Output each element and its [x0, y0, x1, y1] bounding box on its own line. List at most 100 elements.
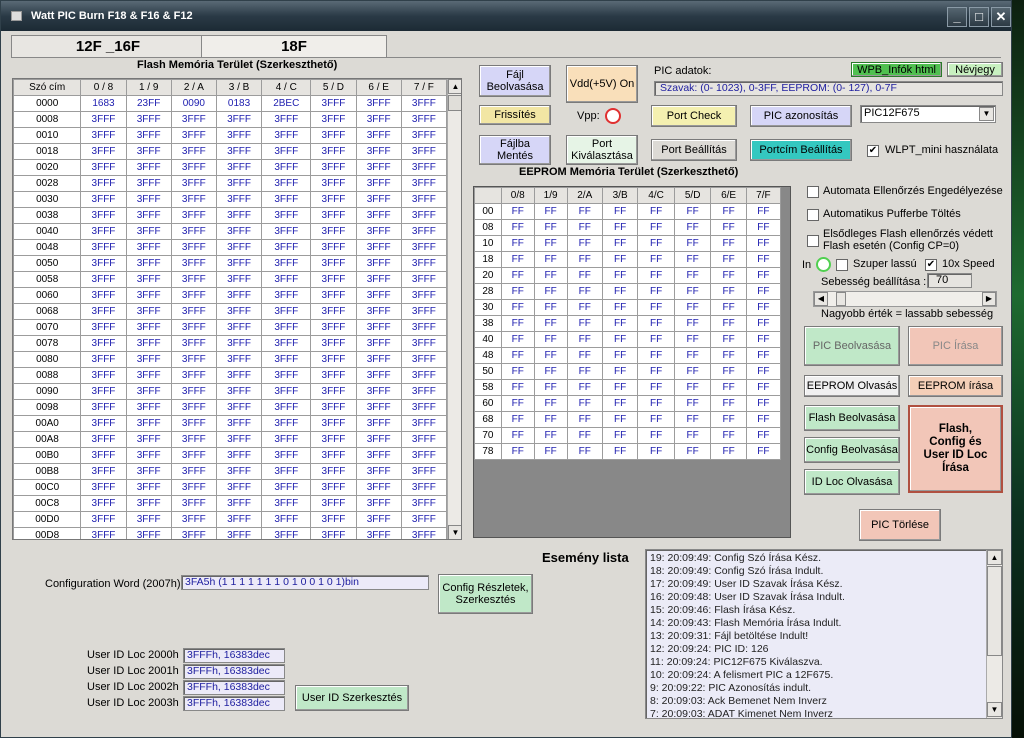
eeprom-cell[interactable]: FF [673, 219, 712, 236]
flash-cell[interactable]: 3FFF [170, 511, 217, 528]
flash-cell[interactable]: 3FFF [80, 255, 127, 272]
flash-cell[interactable]: 3FFF [170, 223, 217, 240]
flash-cell[interactable]: 3FFF [125, 111, 172, 128]
flash-cell[interactable]: 3FFF [80, 351, 127, 368]
flash-cell[interactable]: 3FFF [400, 335, 448, 352]
flash-cell[interactable]: 3FFF [400, 159, 448, 176]
flash-cell[interactable]: 3FFF [215, 527, 263, 539]
flash-cell[interactable]: 3FFF [400, 463, 448, 480]
flash-cell[interactable]: 3FFF [310, 447, 357, 464]
flash-cell[interactable]: 23FF [125, 95, 172, 112]
flash-cell[interactable]: 3FFF [80, 383, 127, 400]
flash-cell[interactable]: 3FFF [80, 143, 127, 160]
flash-cell[interactable]: 3FFF [170, 159, 217, 176]
eeprom-cell[interactable]: FF [500, 203, 535, 220]
flash-cell[interactable]: 3FFF [400, 383, 448, 400]
eeprom-cell[interactable]: FF [710, 411, 747, 428]
port-select-button[interactable]: Port Kiválasztása [566, 135, 638, 165]
flash-cell[interactable]: 3FFF [215, 335, 263, 352]
super-slow-checkbox[interactable] [836, 259, 848, 271]
eeprom-cell[interactable]: FF [533, 411, 568, 428]
eeprom-cell[interactable]: FF [637, 315, 675, 332]
flash-cell[interactable]: 3FFF [215, 351, 263, 368]
eeprom-cell[interactable]: FF [500, 427, 535, 444]
flash-cell[interactable]: 3FFF [261, 255, 312, 272]
eeprom-cell[interactable]: FF [637, 203, 675, 220]
flash-cell[interactable]: 3FFF [125, 255, 172, 272]
eeprom-cell[interactable]: FF [566, 203, 603, 220]
flash-cell[interactable]: 3FFF [80, 511, 127, 528]
flash-cell[interactable]: 3FFF [80, 447, 127, 464]
flash-cell[interactable]: 3FFF [355, 463, 402, 480]
eeprom-cell[interactable]: FF [500, 363, 535, 380]
eeprom-cell[interactable]: FF [637, 363, 675, 380]
flash-cell[interactable]: 3FFF [80, 463, 127, 480]
tab-12f-16f[interactable]: 12F _16F [11, 35, 205, 57]
flash-cell[interactable]: 3FFF [125, 287, 172, 304]
flash-cell[interactable]: 3FFF [261, 495, 312, 512]
flash-cell[interactable]: 3FFF [261, 399, 312, 416]
eeprom-cell[interactable]: FF [710, 203, 747, 220]
eeprom-cell[interactable]: FF [533, 235, 568, 252]
eeprom-cell[interactable]: FF [566, 347, 603, 364]
flash-cell[interactable]: 3FFF [125, 415, 172, 432]
flash-cell[interactable]: 3FFF [310, 159, 357, 176]
flash-cell[interactable]: 3FFF [355, 143, 402, 160]
eeprom-cell[interactable]: FF [673, 251, 712, 268]
flash-cell[interactable]: 3FFF [310, 399, 357, 416]
flash-cell[interactable]: 3FFF [261, 175, 312, 192]
flash-cell[interactable]: 3FFF [355, 447, 402, 464]
eeprom-cell[interactable]: FF [637, 283, 675, 300]
idloc-read-button[interactable]: ID Loc Olvasása [804, 469, 900, 495]
file-read-button[interactable]: Fájl Beolvasása [479, 65, 551, 97]
flash-cell[interactable]: 3FFF [355, 239, 402, 256]
flash-cell[interactable]: 3FFF [80, 175, 127, 192]
portaddr-settings-button[interactable]: Portcím Beállítás [750, 139, 852, 161]
flash-cell[interactable]: 3FFF [215, 239, 263, 256]
flash-cell[interactable]: 3FFF [400, 527, 448, 539]
eeprom-cell[interactable]: FF [710, 267, 747, 284]
flash-cell[interactable]: 3FFF [261, 303, 312, 320]
eeprom-cell[interactable]: FF [745, 331, 782, 348]
eeprom-cell[interactable]: FF [601, 363, 639, 380]
flash-cell[interactable]: 3FFF [400, 495, 448, 512]
eeprom-cell[interactable]: FF [745, 411, 782, 428]
eeprom-cell[interactable]: FF [637, 299, 675, 316]
flash-cell[interactable]: 3FFF [125, 271, 172, 288]
scroll-down-icon[interactable]: ▼ [448, 525, 461, 539]
flash-cell[interactable]: 2BEC [261, 95, 312, 112]
flash-read-button[interactable]: Flash Beolvasása [804, 405, 900, 431]
flash-cell[interactable]: 3FFF [215, 223, 263, 240]
eeprom-cell[interactable]: FF [637, 251, 675, 268]
flash-cell[interactable]: 3FFF [310, 271, 357, 288]
eeprom-cell[interactable]: FF [673, 203, 712, 220]
eeprom-cell[interactable]: FF [745, 379, 782, 396]
flash-cell[interactable]: 3FFF [400, 399, 448, 416]
eeprom-cell[interactable]: FF [601, 267, 639, 284]
eeprom-cell[interactable]: FF [533, 379, 568, 396]
flash-cell[interactable]: 3FFF [125, 495, 172, 512]
slider-right-icon[interactable]: ▶ [982, 292, 996, 306]
eeprom-cell[interactable]: FF [533, 363, 568, 380]
flash-scrollbar[interactable]: ▲ ▼ [447, 79, 461, 539]
eeprom-cell[interactable]: FF [637, 267, 675, 284]
flash-cell[interactable]: 3FFF [125, 527, 172, 539]
eeprom-cell[interactable]: FF [673, 315, 712, 332]
flash-cell[interactable]: 3FFF [170, 255, 217, 272]
eeprom-cell[interactable]: FF [673, 235, 712, 252]
flash-cell[interactable]: 3FFF [355, 495, 402, 512]
flash-cell[interactable]: 3FFF [355, 127, 402, 144]
eeprom-cell[interactable]: FF [500, 347, 535, 364]
eeprom-cell[interactable]: FF [745, 363, 782, 380]
flash-cell[interactable]: 3FFF [215, 191, 263, 208]
eeprom-cell[interactable]: FF [673, 443, 712, 460]
eeprom-cell[interactable]: FF [500, 251, 535, 268]
pic-read-button[interactable]: PIC Beolvasása [804, 326, 900, 366]
config-word-field[interactable]: 3FA5h (1 1 1 1 1 1 1 0 1 0 0 1 0 1)bin [181, 575, 429, 590]
flash-cell[interactable]: 3FFF [215, 111, 263, 128]
flash-cell[interactable]: 3FFF [170, 351, 217, 368]
eeprom-cell[interactable]: FF [566, 251, 603, 268]
flash-cell[interactable]: 3FFF [310, 239, 357, 256]
flash-cell[interactable]: 3FFF [215, 399, 263, 416]
eeprom-cell[interactable]: FF [601, 443, 639, 460]
